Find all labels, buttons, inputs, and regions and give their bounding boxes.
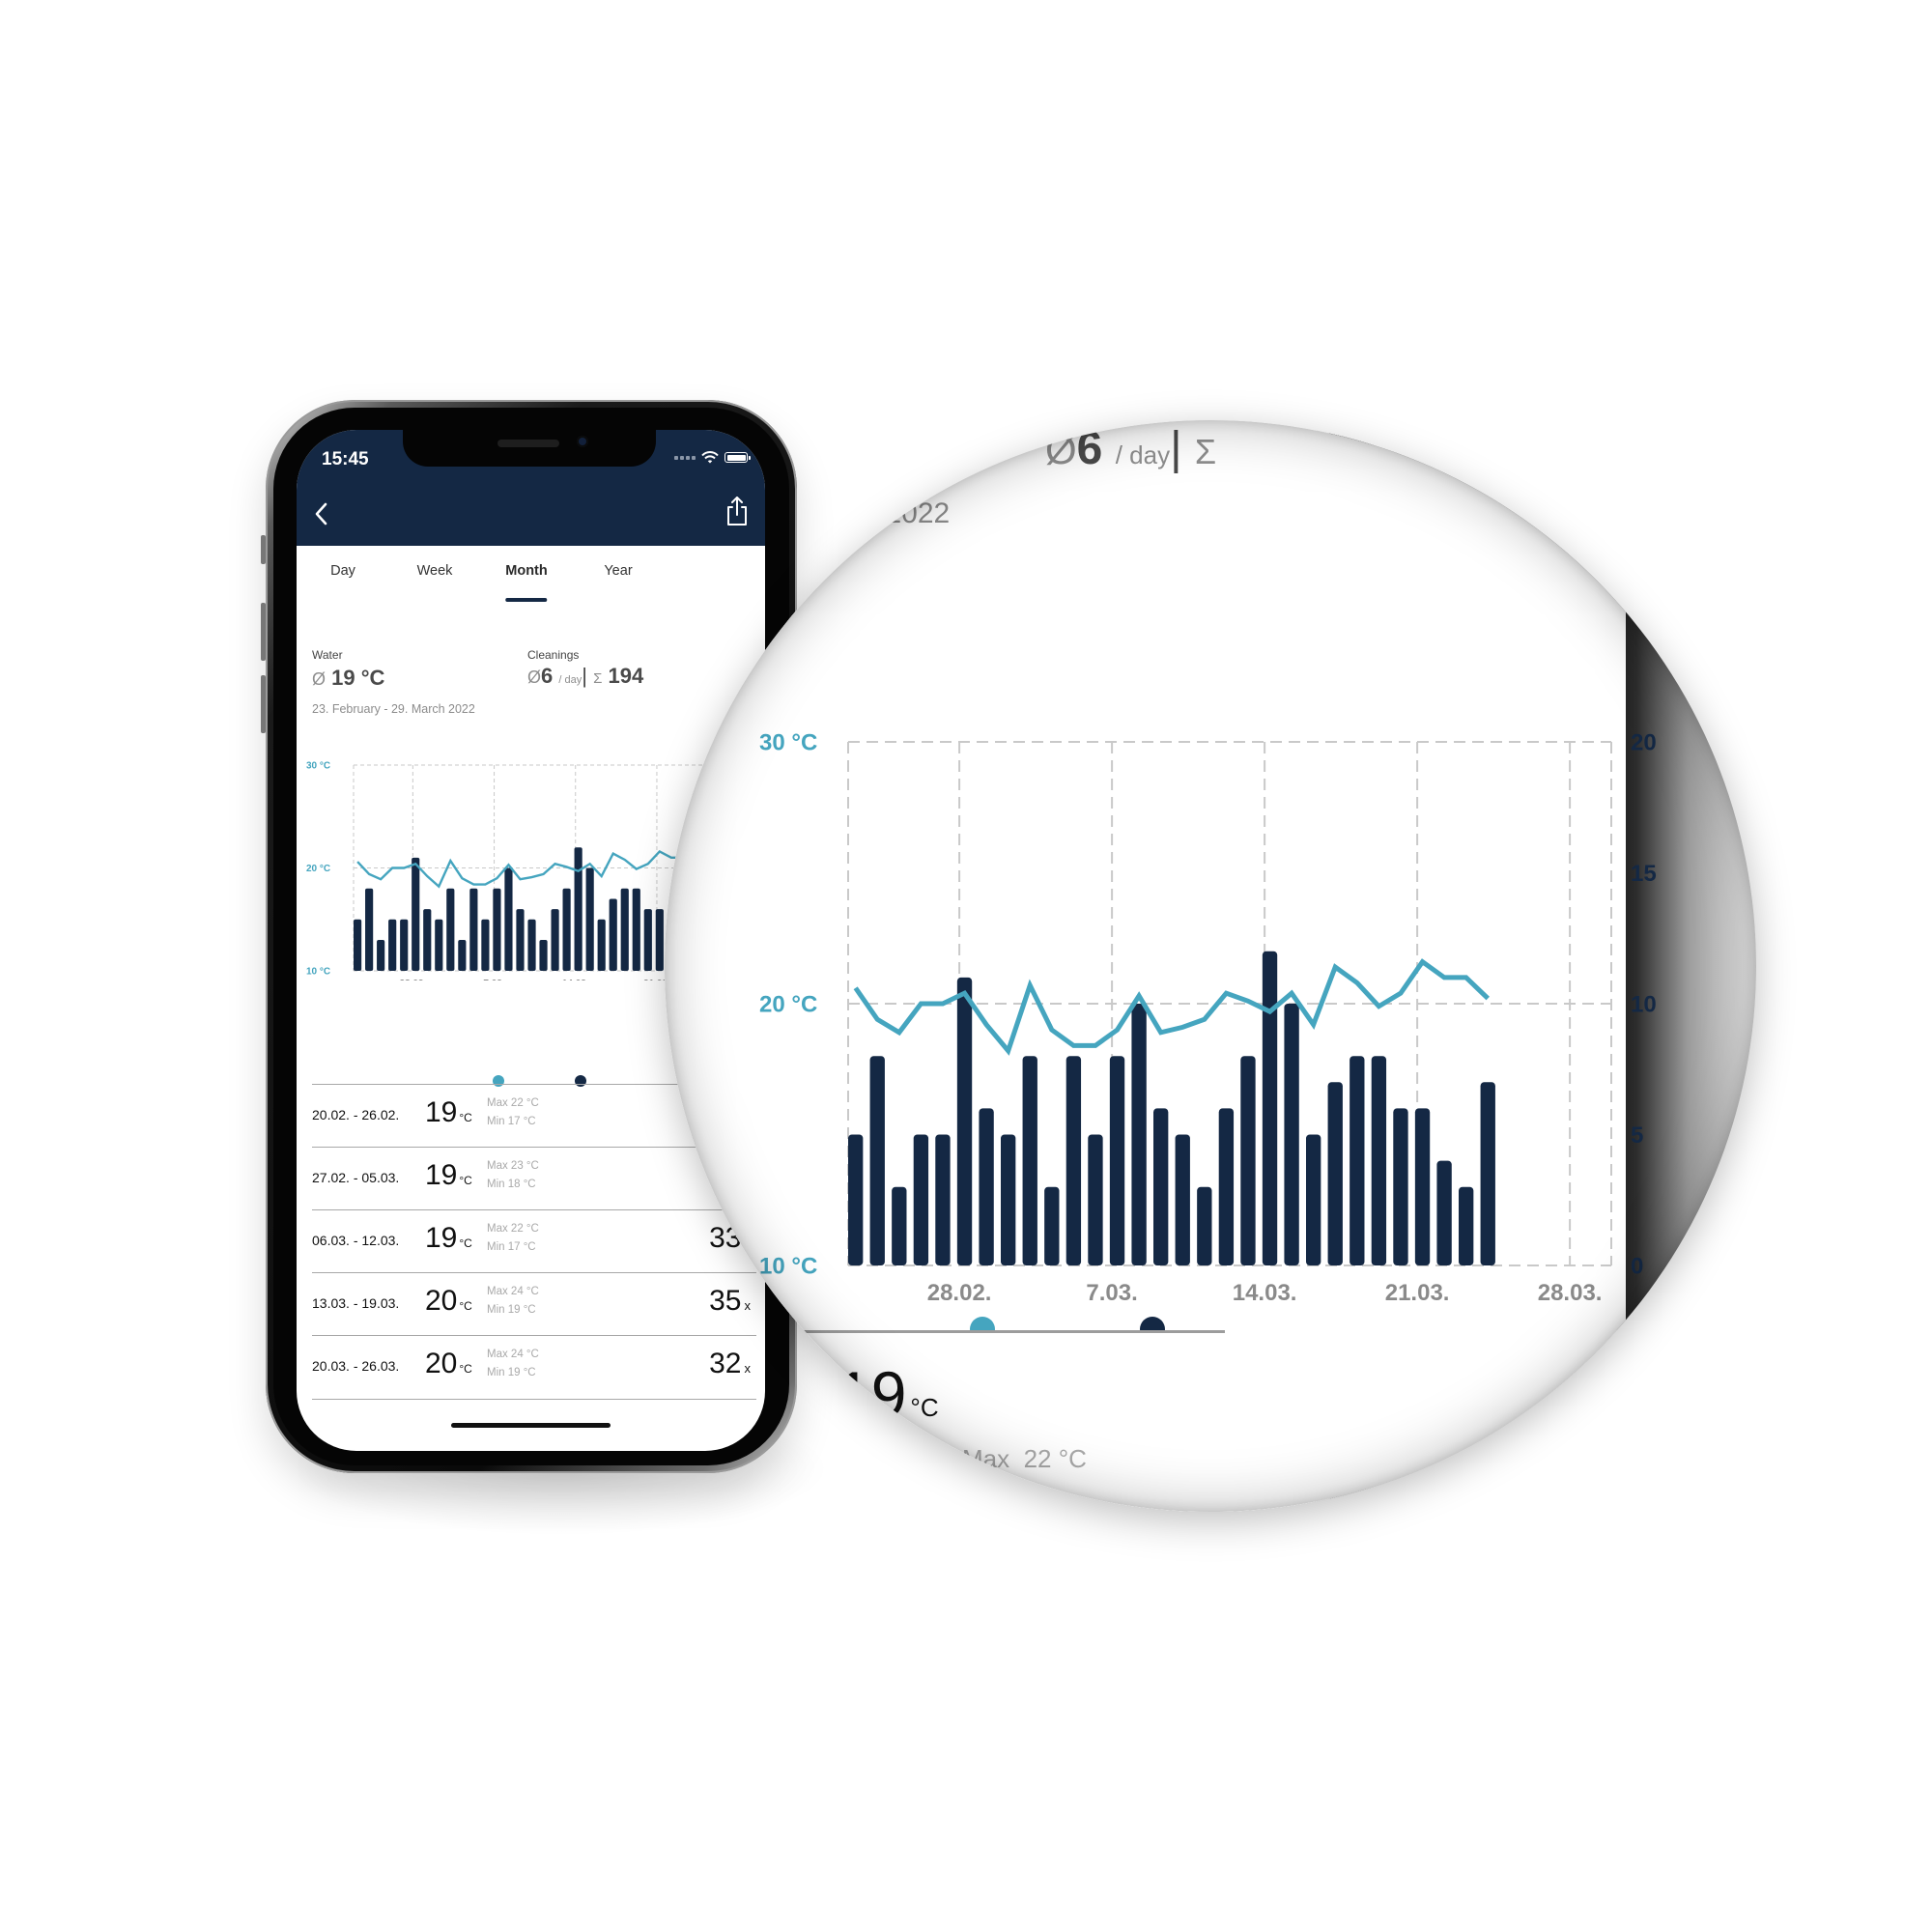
- chevron-left-icon: [315, 502, 327, 526]
- week-range: 27.02. - 05.03.: [312, 1170, 400, 1185]
- bar-cleanings: [400, 919, 409, 971]
- bar-cleanings: [446, 888, 455, 971]
- back-button[interactable]: [308, 497, 337, 530]
- bar-cleanings: [620, 888, 629, 971]
- water-average: Ø 19 °C: [312, 666, 385, 690]
- mag-water-average: 19 °C: [665, 429, 757, 483]
- tab-week[interactable]: Week: [417, 563, 453, 579]
- week-average: 19 °C: [425, 1222, 472, 1254]
- bar-cleanings: [481, 919, 490, 971]
- bar-cleanings: [632, 888, 640, 971]
- front-camera: [577, 436, 588, 447]
- mag-cleanings-summary: Ø6 / day| Σ: [1045, 423, 1217, 474]
- week-range: 13.03. - 19.03.: [312, 1295, 400, 1311]
- week-max-min: Max 23 °C Min 18 °C: [487, 1160, 539, 1190]
- week-max-min: Max 22 °C Min 17 °C: [487, 1097, 539, 1127]
- x-tick-label: 14.03.: [562, 979, 589, 980]
- week-average: 20 °C: [425, 1285, 472, 1317]
- active-tab-indicator: [505, 598, 548, 602]
- week-range: 06.03. - 12.03.: [312, 1233, 400, 1248]
- bar-cleanings: [551, 909, 559, 971]
- week-max-min: Max 24 °C Min 19 °C: [487, 1349, 539, 1378]
- bar-cleanings: [469, 888, 478, 971]
- bar-cleanings: [574, 847, 582, 971]
- left-axis-label: 20 °C: [759, 991, 817, 1017]
- cleanings-summary: Ø6 / day| Σ 194: [527, 664, 644, 688]
- status-time: 15:45: [322, 449, 369, 469]
- bar-cleanings: [423, 909, 432, 971]
- week-average: 20 °C: [425, 1348, 472, 1379]
- mag-spacer: [665, 1087, 1756, 1328]
- bar-cleanings: [655, 909, 664, 971]
- bar-cleanings: [388, 919, 397, 971]
- bar-cleanings: [516, 909, 525, 971]
- bar-cleanings: [412, 857, 420, 971]
- bar-cleanings: [643, 909, 652, 971]
- right-axis-label: 15: [1631, 861, 1657, 887]
- cleanings-label: Cleanings: [527, 648, 580, 662]
- bar-cleanings: [458, 940, 467, 971]
- week-average: 19 °C: [425, 1159, 472, 1191]
- speaker: [497, 440, 559, 447]
- left-axis-label: 20 °C: [306, 864, 330, 874]
- x-tick-label: 7.03.: [483, 979, 504, 980]
- bar-cleanings: [562, 888, 571, 971]
- bar-cleanings: [354, 919, 362, 971]
- left-axis-label: 30 °C: [759, 729, 817, 755]
- week-max-min: Max 22 °C Min 17 °C: [487, 1223, 539, 1253]
- bar-cleanings: [609, 898, 617, 971]
- right-axis-label: 20: [1631, 729, 1657, 755]
- magnifier: 19 °C Cleanings Ø6 / day| Σ 23. February…: [665, 420, 1756, 1512]
- right-axis-label: 10: [1631, 991, 1657, 1017]
- mag-row-divider: [684, 1330, 1225, 1333]
- bar-cleanings: [377, 940, 385, 971]
- home-indicator: [451, 1423, 611, 1428]
- tab-day[interactable]: Day: [330, 563, 355, 579]
- volume-down-button: [261, 675, 266, 733]
- silent-switch: [261, 535, 266, 564]
- bar-cleanings: [504, 867, 513, 971]
- bar-cleanings: [493, 888, 501, 971]
- mag-list-bg: [665, 1330, 1756, 1512]
- tab-year[interactable]: Year: [604, 563, 632, 579]
- water-label: Water: [312, 648, 343, 662]
- date-range: 23. February - 29. March 2022: [312, 702, 475, 716]
- week-range: 20.03. - 26.03.: [312, 1358, 400, 1374]
- week-max-min: Max 24 °C Min 19 °C: [487, 1286, 539, 1316]
- week-average: 19 °C: [425, 1096, 472, 1128]
- volume-up-button: [261, 603, 266, 661]
- line-water-temperature: [853, 958, 1490, 1056]
- notch: [403, 430, 656, 467]
- x-tick-label: 28.02.: [399, 979, 426, 980]
- mag-date-range: 23. February - 29. March 2022: [665, 497, 951, 529]
- tab-month[interactable]: Month: [505, 563, 548, 602]
- bar-cleanings: [365, 888, 374, 971]
- bar-cleanings: [597, 919, 606, 971]
- left-axis-label: 30 °C: [306, 761, 330, 772]
- week-range: 20.02. - 26.02.: [312, 1107, 400, 1122]
- line-water-temperature: [356, 849, 696, 889]
- left-axis-label: 10 °C: [306, 967, 330, 978]
- bar-cleanings: [435, 919, 443, 971]
- bar-cleanings: [585, 867, 594, 971]
- mag-row-average: 19 °C: [836, 1358, 939, 1430]
- bar-cleanings: [527, 919, 536, 971]
- mag-row-date: 02.: [742, 1396, 782, 1428]
- mag-row-maxmin: Max 22 °C Min 17 °C: [962, 1444, 1087, 1473]
- bar-cleanings: [539, 940, 548, 971]
